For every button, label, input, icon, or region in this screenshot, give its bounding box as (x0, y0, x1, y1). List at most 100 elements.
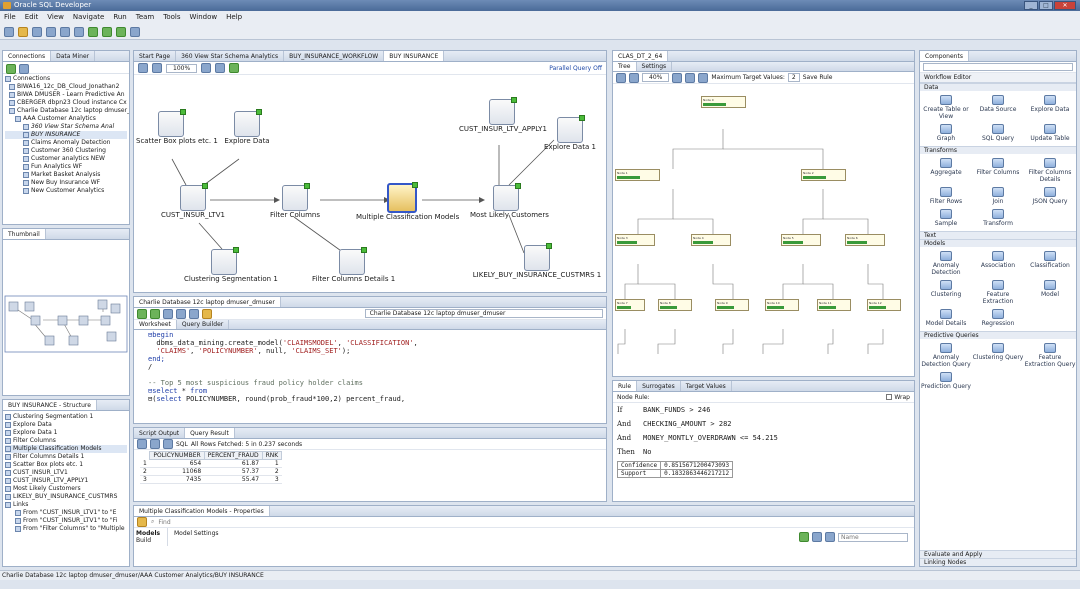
structure-item[interactable]: LIKELY_BUY_INSURANCE_CUSTMRS (13, 493, 117, 501)
component-filter-columns[interactable]: Filter Columns (972, 156, 1024, 185)
component-clustering-query[interactable]: Clustering Query (972, 341, 1024, 370)
tab-clas-dt[interactable]: CLAS_DT_2_64 (613, 51, 669, 61)
redo-icon[interactable] (74, 26, 84, 37)
save-all-icon[interactable] (46, 26, 56, 37)
tree-item[interactable]: AAA Customer Analytics (23, 115, 96, 123)
zoom-out-icon[interactable] (152, 63, 162, 73)
add-connection-icon[interactable] (6, 64, 16, 74)
table-row[interactable]: 3 7435 55.47 3 (140, 475, 282, 484)
tree-item[interactable]: New Buy Insurance WF (31, 179, 100, 187)
menu-team[interactable]: Team (136, 11, 155, 24)
tree-node[interactable]: Node 7 (615, 299, 645, 311)
tree-item[interactable]: CBERGER dbpn23 Cloud instance Cx (17, 99, 127, 107)
column-header[interactable]: PERCENT_FRAUD (203, 451, 263, 460)
component-data-source[interactable]: Data Source (972, 93, 1024, 122)
tree-item[interactable]: BIWA16_12c_DB_Cloud_Jonathan2 (17, 83, 119, 91)
structure-item[interactable]: CUST_INSUR_LTV1 (13, 469, 68, 477)
tab-buy-insurance-workflow[interactable]: BUY_INSURANCE_WORKFLOW (284, 51, 385, 61)
component-filter-columns-details[interactable]: Filter Columns Details (1024, 156, 1076, 185)
workflow-node-filter-columns[interactable]: Filter Columns (270, 183, 320, 219)
component-clustering[interactable]: Clustering (920, 278, 972, 307)
tree-node[interactable]: Node 3 (615, 234, 655, 246)
export-icon[interactable] (163, 439, 173, 449)
tab-start-page[interactable]: Start Page (134, 51, 177, 61)
section-evaluate-apply[interactable]: Evaluate and Apply (920, 550, 1076, 558)
tab-buy-insurance[interactable]: BUY INSURANCE (384, 51, 445, 61)
sql-editor[interactable]: ⊟begin dbms_data_mining.create_model('CL… (134, 330, 606, 423)
tree-item-selected[interactable]: BUY INSURANCE (31, 131, 80, 139)
properties-icon[interactable] (215, 63, 226, 73)
workflow-editor-select[interactable]: Workflow Editor (920, 73, 1076, 83)
tree-item[interactable]: BIWA DMUSER - Learn Predictive An (17, 91, 125, 99)
tree-node[interactable]: Node 4 (691, 234, 731, 246)
tree-item[interactable]: Claims Anomaly Detection (31, 139, 110, 147)
component-regression[interactable]: Regression (972, 307, 1024, 329)
menu-navigate[interactable]: Navigate (73, 11, 104, 24)
delete-model-icon[interactable] (812, 532, 822, 542)
undo-icon[interactable] (60, 26, 70, 37)
minimize-button[interactable]: _ (1024, 1, 1038, 10)
tab-surrogates[interactable]: Surrogates (637, 381, 681, 391)
component-classification[interactable]: Classification (1024, 249, 1076, 278)
section-data[interactable]: Data (920, 83, 1076, 91)
table-row[interactable]: 1 654 61.87 1 (140, 459, 282, 468)
structure-item[interactable]: CUST_INSUR_LTV_APPLY1 (13, 477, 88, 485)
component-anomaly-detection[interactable]: Anomaly Detection (920, 249, 972, 278)
component-filter-rows[interactable]: Filter Rows (920, 185, 972, 207)
tree-node[interactable]: Node 11 (817, 299, 851, 311)
pin-icon[interactable] (137, 439, 147, 449)
models-section[interactable]: Models (136, 530, 165, 537)
table-row[interactable]: 2 11068 57.37 2 (140, 467, 282, 476)
layout-icon[interactable] (672, 72, 683, 83)
structure-item[interactable]: From "CUST_INSUR_LTV1" to "Fi (23, 517, 117, 525)
component-json-query[interactable]: JSON Query (1024, 185, 1076, 207)
workflow-node-filter-details[interactable]: Filter Columns Details 1 (312, 247, 395, 283)
run-workflow-icon[interactable] (229, 63, 240, 73)
tree-item[interactable]: Charlie Database 12c laptop dmuser_ (17, 107, 129, 115)
structure-item[interactable]: Clustering Segmentation 1 (13, 413, 93, 421)
structure-item[interactable]: From "Filter Columns" to "Multiple (23, 525, 125, 533)
component-create-table[interactable]: Create Table or View (920, 93, 972, 122)
tree-canvas[interactable]: Node 0 Node 1 Node 2 Node 3 Node 4 Node … (613, 84, 914, 375)
close-button[interactable]: ✕ (1054, 1, 1076, 10)
max-target-select[interactable]: 2 (787, 73, 800, 82)
component-sql-query[interactable]: SQL Query (972, 122, 1024, 144)
clear-icon[interactable] (201, 308, 212, 319)
build-section[interactable]: Build (136, 537, 165, 544)
save-rule-button[interactable]: Save Rule (803, 74, 833, 81)
edit-icon[interactable] (137, 517, 147, 527)
section-linking-nodes[interactable]: Linking Nodes (920, 558, 1076, 566)
tab-360-view[interactable]: 360 View Star Schema Analytics (176, 51, 285, 61)
tree-item[interactable]: Customer 360 Clustering (31, 147, 106, 155)
copy-model-icon[interactable] (825, 532, 835, 542)
find-field[interactable]: Find (158, 519, 170, 526)
structure-item[interactable]: Explore Data 1 (13, 429, 57, 437)
help-icon[interactable] (201, 63, 212, 73)
commit-icon[interactable] (162, 308, 173, 319)
tree-item[interactable]: Customer analytics NEW (31, 155, 105, 163)
component-explore-data[interactable]: Explore Data (1024, 93, 1076, 122)
component-association[interactable]: Association (972, 249, 1024, 278)
tab-tree[interactable]: Tree (613, 62, 637, 71)
tree-item[interactable]: New Customer Analytics (31, 187, 104, 195)
menu-help[interactable]: Help (226, 11, 242, 24)
component-anomaly-query[interactable]: Anomaly Detection Query (920, 341, 972, 370)
workflow-node-mcm[interactable]: Multiple Classification Models (356, 182, 459, 221)
workflow-canvas[interactable]: Scatter Box plots etc. 1 Explore Data CU… (134, 75, 606, 289)
menu-tools[interactable]: Tools (163, 11, 180, 24)
query-icon[interactable] (698, 72, 709, 83)
structure-item[interactable]: Most Likely Customers (13, 485, 81, 493)
tree-node[interactable]: Node 8 (658, 299, 692, 311)
workflow-node-source[interactable]: CUST_INSUR_LTV1 (158, 183, 228, 219)
section-text[interactable]: Text (920, 231, 1076, 239)
workflow-node-likely-table[interactable]: LIKELY_BUY_INSURANCE_CUSTMRS 1 (472, 243, 602, 279)
zoom-in-icon[interactable] (616, 72, 626, 83)
structure-item[interactable]: Filter Columns (13, 437, 56, 445)
column-header[interactable]: POLICYNUMBER (149, 451, 205, 460)
forward-icon[interactable] (102, 26, 112, 37)
menu-file[interactable]: File (4, 11, 16, 24)
tree-zoom-select[interactable]: 40% (642, 73, 670, 82)
new-icon[interactable] (4, 26, 14, 37)
component-sample[interactable]: Sample (920, 207, 972, 229)
name-filter-input[interactable]: Name (838, 532, 908, 542)
